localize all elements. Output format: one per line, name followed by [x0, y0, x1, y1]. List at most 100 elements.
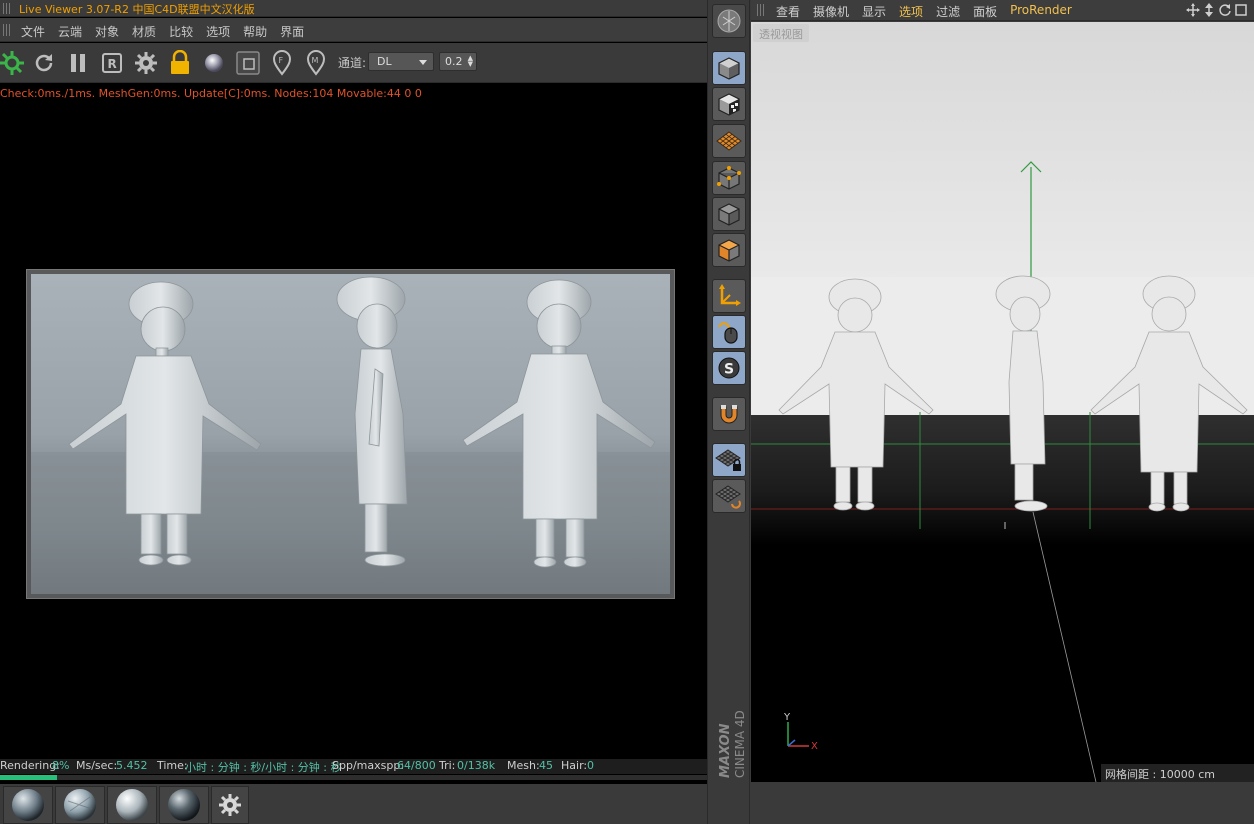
render-info-bar: Rendering: 8% Ms/sec: 5.452 Time: 小时 : 分… — [0, 759, 707, 774]
edge-mode-icon[interactable] — [712, 197, 746, 231]
tweak-mouse-icon[interactable] — [712, 315, 746, 349]
render-progress-fill — [0, 775, 57, 780]
vp-menu-view[interactable]: 查看 — [776, 3, 800, 20]
mesh-value: 45 — [539, 759, 553, 772]
character-side — [995, 275, 1051, 512]
spp-value: 64/800 — [397, 759, 436, 772]
chevron-down-icon — [419, 60, 427, 65]
menu-cloud[interactable]: 云端 — [58, 23, 82, 40]
point-mode-icon[interactable] — [712, 161, 746, 195]
vp-menu-prorender[interactable]: ProRender — [1010, 3, 1072, 20]
frame-icon[interactable] — [234, 49, 262, 77]
pause-icon[interactable] — [64, 49, 92, 77]
viewport-nav-controls — [1186, 3, 1248, 17]
model-mode-cube-icon[interactable] — [712, 51, 746, 85]
menu-material[interactable]: 材质 — [132, 23, 156, 40]
vp-menu-options[interactable]: 选项 — [899, 3, 923, 20]
value-stepper[interactable]: 0.2 ▲ ▼ — [439, 52, 477, 71]
material-preview-bar — [0, 784, 707, 824]
workplane-mode-icon[interactable] — [712, 124, 746, 158]
menu-file[interactable]: 文件 — [21, 23, 45, 40]
live-viewer-titlebar: Live Viewer 3.07-R2 中国C4D联盟中文汉化版 — [0, 0, 707, 17]
viewport-menubar: 查看 摄像机 显示 选项 过滤 面板 ProRender — [751, 0, 1254, 21]
ms-label: Ms/sec: — [76, 759, 118, 772]
material-ball-3[interactable] — [107, 786, 157, 824]
render-preview-image — [31, 274, 670, 594]
svg-text:F: F — [279, 56, 284, 65]
tool-palette: S MAXON CINEMA 4D — [707, 0, 750, 824]
stepper-value: 0.2 — [445, 55, 463, 68]
start-render-icon[interactable] — [0, 49, 26, 77]
material-pick-icon[interactable]: M — [302, 49, 330, 77]
spp-label: Spp/maxspp: — [332, 759, 405, 772]
rendering-value: 8% — [52, 759, 70, 772]
menu-interface[interactable]: 界面 — [280, 23, 304, 40]
tri-label: Tri: — [439, 759, 456, 772]
axis-mode-icon[interactable] — [712, 279, 746, 313]
time-label: Time: — [157, 759, 188, 772]
lock-icon[interactable] — [166, 49, 194, 77]
vp-menu-camera[interactable]: 摄像机 — [813, 3, 849, 20]
perspective-viewport[interactable]: 透视视图 Y X 网格间距: 10000 cm — [751, 22, 1254, 782]
settings-gear-icon[interactable] — [132, 49, 160, 77]
stepper-arrows-icon[interactable]: ▲ ▼ — [468, 55, 473, 68]
ms-value: 5.452 — [116, 759, 148, 772]
svg-text:R: R — [108, 57, 117, 71]
render-status-line: Check:0ms./1ms. MeshGen:0ms. Update[C]:0… — [0, 87, 422, 100]
cinema4d-wordmark: CINEMA 4D — [733, 710, 747, 778]
menu-help[interactable]: 帮助 — [243, 23, 267, 40]
vp-menu-display[interactable]: 显示 — [862, 3, 886, 20]
time-value: 小时 : 分钟 : 秒/小时 : 分钟 : 秒 — [185, 761, 342, 774]
polygon-mode-icon[interactable] — [712, 233, 746, 267]
rotate-view-icon[interactable] — [1218, 3, 1232, 17]
maxon-wordmark: MAXON — [718, 723, 733, 778]
svg-text:S: S — [724, 362, 734, 378]
solo-mode-icon[interactable]: S — [712, 351, 746, 385]
undo-view-icon[interactable] — [712, 4, 746, 38]
live-viewer-panel: Live Viewer 3.07-R2 中国C4D联盟中文汉化版 文件 云端 对… — [0, 0, 707, 824]
grid-spacing-readout: 网格间距 : 10000 cm — [1101, 764, 1254, 782]
zoom-view-icon[interactable] — [1202, 3, 1216, 17]
maximize-view-icon[interactable] — [1234, 3, 1248, 17]
focus-pick-icon[interactable]: F — [268, 49, 296, 77]
live-viewer-menubar: 文件 云端 对象 材质 比较 选项 帮助 界面 — [0, 18, 707, 42]
menu-object[interactable]: 对象 — [95, 23, 119, 40]
mesh-label: Mesh: — [507, 759, 540, 772]
maxon-logo: MAXON CINEMA 4D — [714, 690, 748, 782]
viewport-bottom-strip — [751, 782, 1254, 824]
render-preview-frame — [26, 269, 675, 599]
channel-value: DL — [377, 55, 392, 68]
texture-mode-icon[interactable] — [712, 87, 746, 121]
menu-options[interactable]: 选项 — [206, 23, 230, 40]
render-progress-bar — [0, 775, 707, 780]
vp-menu-panel[interactable]: 面板 — [973, 3, 997, 20]
material-ball-4[interactable] — [159, 786, 209, 824]
channel-select[interactable]: DL — [368, 52, 434, 71]
perspective-guide-line — [1032, 511, 1097, 782]
svg-text:M: M — [312, 56, 319, 65]
vp-menu-filter[interactable]: 过滤 — [936, 3, 960, 20]
workplane-rotate-icon[interactable] — [712, 479, 746, 513]
grip-icon[interactable] — [3, 3, 11, 14]
menu-compare[interactable]: 比较 — [169, 23, 193, 40]
grip-icon[interactable] — [757, 4, 765, 16]
workplane-lock-icon[interactable] — [712, 443, 746, 477]
material-settings-gear-icon[interactable] — [211, 786, 249, 824]
axis-y-label: Y — [783, 712, 791, 723]
snap-magnet-icon[interactable] — [712, 397, 746, 431]
move-view-icon[interactable] — [1186, 3, 1200, 17]
grip-icon[interactable] — [3, 24, 11, 36]
live-viewer-title: Live Viewer 3.07-R2 中国C4D联盟中文汉化版 — [19, 3, 255, 16]
tri-value: 0/138k — [457, 759, 496, 772]
material-ball-1[interactable] — [3, 786, 53, 824]
region-render-icon[interactable]: R — [98, 49, 126, 77]
material-ball-2[interactable] — [55, 786, 105, 824]
character-back — [1090, 275, 1248, 512]
material-ball-icon[interactable] — [200, 49, 228, 77]
character-front — [778, 278, 934, 511]
refresh-icon[interactable] — [30, 49, 58, 77]
hair-label: Hair: — [561, 759, 588, 772]
channel-label: 通道: — [338, 56, 367, 70]
rendering-label: Rendering: — [0, 759, 60, 772]
hair-value: 0 — [587, 759, 594, 772]
